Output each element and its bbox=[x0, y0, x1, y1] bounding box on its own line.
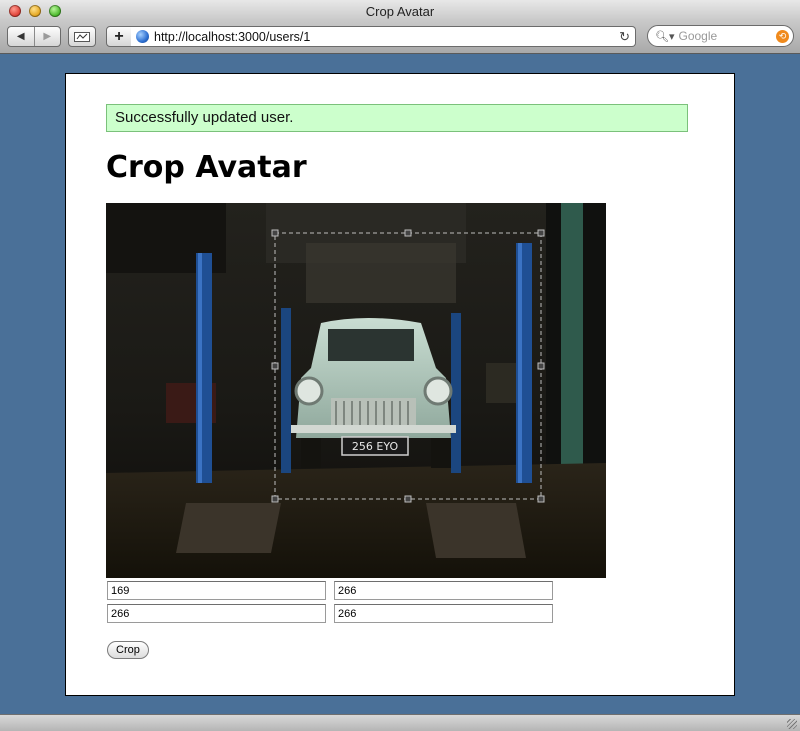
url-text[interactable]: http://localhost:3000/users/1 bbox=[154, 30, 310, 44]
add-bookmark-button[interactable]: + bbox=[106, 26, 132, 47]
search-field[interactable]: 🔍︎▾ Google ⟲ bbox=[647, 25, 794, 47]
flash-notice: Successfully updated user. bbox=[106, 104, 688, 132]
page-title: Crop Avatar bbox=[106, 150, 307, 185]
crop-handle-se[interactable] bbox=[537, 495, 545, 503]
search-snapback-icon[interactable]: ⟲ bbox=[776, 29, 789, 43]
crop-handle-nw[interactable] bbox=[271, 229, 279, 237]
forward-arrow-icon[interactable]: ▶ bbox=[33, 27, 61, 46]
crop-handle-ne[interactable] bbox=[537, 229, 545, 237]
status-bar bbox=[0, 714, 800, 731]
crop-y-field[interactable] bbox=[334, 581, 553, 600]
globe-icon bbox=[136, 30, 149, 43]
crop-button[interactable]: Crop bbox=[107, 641, 149, 659]
address-bar[interactable]: http://localhost:3000/users/1 ↻ bbox=[131, 26, 636, 47]
crop-h-field[interactable] bbox=[334, 604, 553, 623]
avatar-photo: 256 EYO bbox=[106, 203, 606, 578]
crop-handle-n[interactable] bbox=[404, 229, 412, 237]
reload-icon[interactable]: ↻ bbox=[619, 29, 630, 45]
back-arrow-icon[interactable]: ◀ bbox=[8, 27, 34, 46]
browser-toolbar: Crop Avatar ◀ ▶ + http://localhost:3000/… bbox=[0, 0, 800, 54]
search-placeholder: Google bbox=[678, 29, 718, 43]
search-icon: 🔍︎▾ bbox=[655, 30, 675, 43]
crop-handle-s[interactable] bbox=[404, 495, 412, 503]
page-content: Successfully updated user. Crop Avatar 1… bbox=[65, 73, 735, 696]
crop-handle-e[interactable] bbox=[537, 362, 545, 370]
crop-x-field[interactable] bbox=[107, 581, 326, 600]
crop-handle-sw[interactable] bbox=[271, 495, 279, 503]
window-title: Crop Avatar bbox=[365, 4, 435, 19]
resize-grip-icon[interactable] bbox=[787, 719, 797, 729]
snapback-button[interactable] bbox=[68, 26, 96, 47]
crop-w-field[interactable] bbox=[107, 604, 326, 623]
avatar-image[interactable]: 256 EYO bbox=[106, 203, 606, 578]
nav-buttons: ◀ ▶ bbox=[7, 26, 61, 47]
crop-handle-w[interactable] bbox=[271, 362, 279, 370]
snapback-icon bbox=[74, 31, 90, 42]
